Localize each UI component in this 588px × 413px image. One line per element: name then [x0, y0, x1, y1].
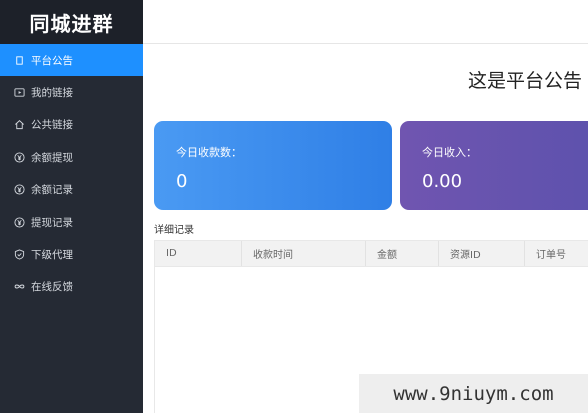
- sidebar-item-sub-agents[interactable]: 下级代理: [0, 238, 143, 270]
- shield-check-icon: [13, 249, 25, 261]
- sidebar-item-label: 平台公告: [31, 54, 73, 67]
- column-header-amount[interactable]: 金额: [366, 241, 439, 266]
- sidebar-item-withdraw-records[interactable]: 提现记录: [0, 206, 143, 238]
- sidebar-item-label: 余额记录: [31, 184, 73, 197]
- section-title: 详细记录: [154, 225, 194, 236]
- column-header-time[interactable]: 收款时间: [242, 241, 366, 266]
- page-title: 这是平台公告: [468, 70, 583, 92]
- play-box-icon: [13, 87, 25, 99]
- top-bar: [143, 0, 588, 44]
- yen-circle-icon: [13, 216, 25, 228]
- home-icon: [13, 119, 25, 131]
- column-header-order-no[interactable]: 订单号: [525, 241, 588, 266]
- stat-card-value: 0.00: [422, 171, 463, 192]
- sidebar-item-label: 我的链接: [31, 87, 73, 100]
- table-header: ID 收款时间 金额 资源ID 订单号: [155, 240, 588, 267]
- square-outline-icon: [13, 54, 25, 66]
- sidebar-item-label: 提现记录: [31, 216, 73, 229]
- sidebar-item-label: 下级代理: [31, 249, 73, 262]
- stat-card-today-income: 今日收入： 0.00: [400, 121, 588, 210]
- sidebar: 同城进群 平台公告 我的链接 公共链接 余额提现 余额记录 提现记录 下级代理 …: [0, 0, 143, 413]
- infinity-icon: [13, 281, 25, 293]
- sidebar-item-my-links[interactable]: 我的链接: [0, 76, 143, 108]
- stat-card-value: 0: [176, 171, 188, 192]
- app-logo: 同城进群: [0, 0, 143, 44]
- column-header-resource-id[interactable]: 资源ID: [439, 241, 525, 266]
- sidebar-item-public-links[interactable]: 公共链接: [0, 109, 143, 141]
- stat-card-today-payments: 今日收款数： 0: [154, 121, 392, 210]
- sidebar-item-label: 公共链接: [31, 119, 73, 132]
- yen-circle-icon: [13, 184, 25, 196]
- watermark: www.9niuym.com: [359, 374, 588, 413]
- sidebar-item-withdraw[interactable]: 余额提现: [0, 141, 143, 173]
- yen-circle-icon: [13, 151, 25, 163]
- sidebar-item-label: 余额提现: [31, 151, 73, 164]
- column-header-id[interactable]: ID: [155, 241, 242, 266]
- sidebar-item-balance-records[interactable]: 余额记录: [0, 174, 143, 206]
- sidebar-item-label: 在线反馈: [31, 281, 73, 294]
- sidebar-item-announcements[interactable]: 平台公告: [0, 44, 143, 77]
- sidebar-item-feedback[interactable]: 在线反馈: [0, 271, 143, 303]
- stat-card-label: 今日收款数：: [176, 146, 242, 159]
- sidebar-nav: 平台公告 我的链接 公共链接 余额提现 余额记录 提现记录 下级代理 在线反馈: [0, 44, 143, 303]
- stat-card-label: 今日收入：: [422, 146, 477, 159]
